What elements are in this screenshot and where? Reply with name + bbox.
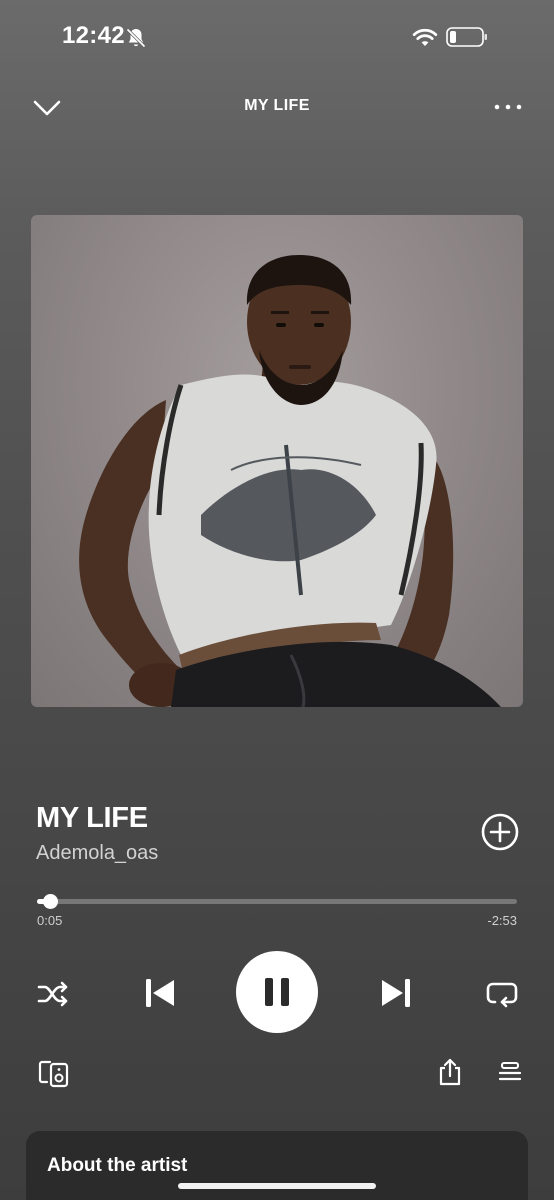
header-title: MY LIFE — [244, 97, 310, 114]
track-artist[interactable]: Ademola_oas — [36, 842, 158, 865]
connect-device-icon[interactable] — [38, 1058, 70, 1088]
home-indicator[interactable] — [178, 1183, 376, 1189]
time-remaining: -2:53 — [487, 913, 517, 928]
album-art — [31, 215, 523, 707]
progress-thumb[interactable] — [43, 894, 59, 909]
album-art-photo — [79, 255, 501, 707]
shuffle-icon[interactable] — [36, 979, 70, 1009]
repeat-icon[interactable] — [485, 978, 519, 1010]
battery-icon — [446, 27, 487, 47]
bell-slash-icon — [126, 28, 146, 48]
time-elapsed: 0:05 — [37, 913, 63, 928]
wifi-icon — [412, 28, 438, 46]
queue-icon[interactable] — [497, 1060, 523, 1086]
player-header: MY LIFE — [0, 84, 554, 132]
more-horizontal-icon[interactable] — [490, 94, 526, 120]
skip-next-icon[interactable] — [378, 975, 414, 1011]
now-playing-screen: 12:42 MY LIFE MY LIFE Ademola_oas 0:05 -… — [0, 0, 554, 1200]
add-circle-icon[interactable] — [480, 812, 520, 852]
about-artist-title: About the artist — [47, 1155, 188, 1176]
status-time: 12:42 — [62, 22, 125, 49]
track-title: MY LIFE — [36, 802, 148, 834]
play-pause-button[interactable] — [236, 951, 318, 1033]
about-artist-card[interactable]: About the artist — [26, 1131, 528, 1200]
share-icon[interactable] — [436, 1057, 464, 1087]
pause-icon — [265, 978, 289, 1006]
progress-bar[interactable] — [37, 894, 517, 909]
status-bar: 12:42 — [0, 0, 554, 80]
skip-previous-icon[interactable] — [142, 975, 178, 1011]
